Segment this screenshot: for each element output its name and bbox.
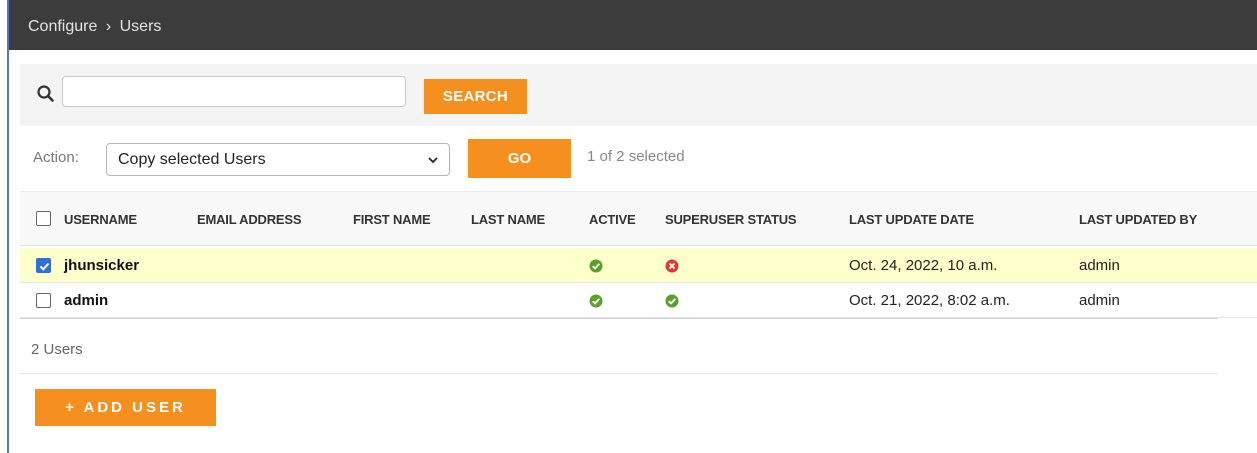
superuser-yes-icon (665, 294, 679, 308)
breadcrumb-separator: › (105, 18, 112, 35)
breadcrumb-bar: Configure › Users (9, 0, 1257, 50)
column-header-username[interactable]: USERNAME (64, 212, 137, 227)
selection-count: 1 of 2 selected (587, 148, 685, 165)
username-link[interactable]: admin (64, 292, 108, 309)
table-bottom-divider (20, 318, 1218, 319)
last-update-date-cell: Oct. 24, 2022, 10 a.m. (849, 257, 998, 274)
select-all-checkbox[interactable] (36, 211, 51, 226)
result-count: 2 Users (31, 341, 83, 358)
search-icon (37, 85, 54, 102)
superuser-no-icon (665, 259, 679, 273)
column-header-first-name[interactable]: FIRST NAME (353, 212, 431, 227)
breadcrumb-current: Users (119, 18, 162, 35)
last-updated-by-cell: admin (1079, 257, 1120, 274)
table-header: USERNAME EMAIL ADDRESS FIRST NAME LAST N… (20, 191, 1257, 246)
column-header-superuser-status[interactable]: SUPERUSER STATUS (665, 212, 797, 227)
column-header-last-name[interactable]: LAST NAME (471, 212, 545, 227)
row-checkbox[interactable] (36, 293, 51, 308)
search-input[interactable] (62, 76, 406, 107)
last-updated-by-cell: admin (1079, 292, 1120, 309)
last-update-date-cell: Oct. 21, 2022, 8:02 a.m. (849, 292, 1010, 309)
table-row[interactable]: jhunsicker Oct. 24, 2022, 10 a.m. admin (20, 248, 1257, 283)
add-user-button[interactable]: + ADD USER (35, 389, 216, 426)
action-select[interactable]: Copy selected Users (106, 143, 450, 176)
column-header-last-update-date[interactable]: LAST UPDATE DATE (849, 212, 974, 227)
column-header-last-updated-by[interactable]: LAST UPDATED BY (1079, 212, 1197, 227)
column-header-email[interactable]: EMAIL ADDRESS (197, 212, 302, 227)
go-button[interactable]: GO (468, 139, 571, 178)
window-edge (0, 0, 9, 453)
breadcrumb-parent[interactable]: Configure (28, 18, 97, 35)
column-header-active[interactable]: ACTIVE (589, 212, 636, 227)
action-label: Action: (33, 149, 79, 166)
table-row[interactable]: admin Oct. 21, 2022, 8:02 a.m. admin (20, 283, 1257, 318)
chevron-down-icon (428, 157, 438, 164)
username-link[interactable]: jhunsicker (64, 257, 139, 274)
active-yes-icon (589, 294, 603, 308)
page-content: Configure › Users SEARCH Action: Copy se… (9, 0, 1257, 453)
search-button[interactable]: SEARCH (424, 79, 527, 114)
action-select-value: Copy selected Users (118, 151, 266, 168)
row-checkbox[interactable] (36, 258, 51, 273)
active-yes-icon (589, 259, 603, 273)
breadcrumb: Configure › Users (28, 18, 161, 36)
search-bar: SEARCH (20, 64, 1257, 126)
footer-divider (20, 373, 1218, 374)
checkmark-icon (39, 262, 50, 271)
